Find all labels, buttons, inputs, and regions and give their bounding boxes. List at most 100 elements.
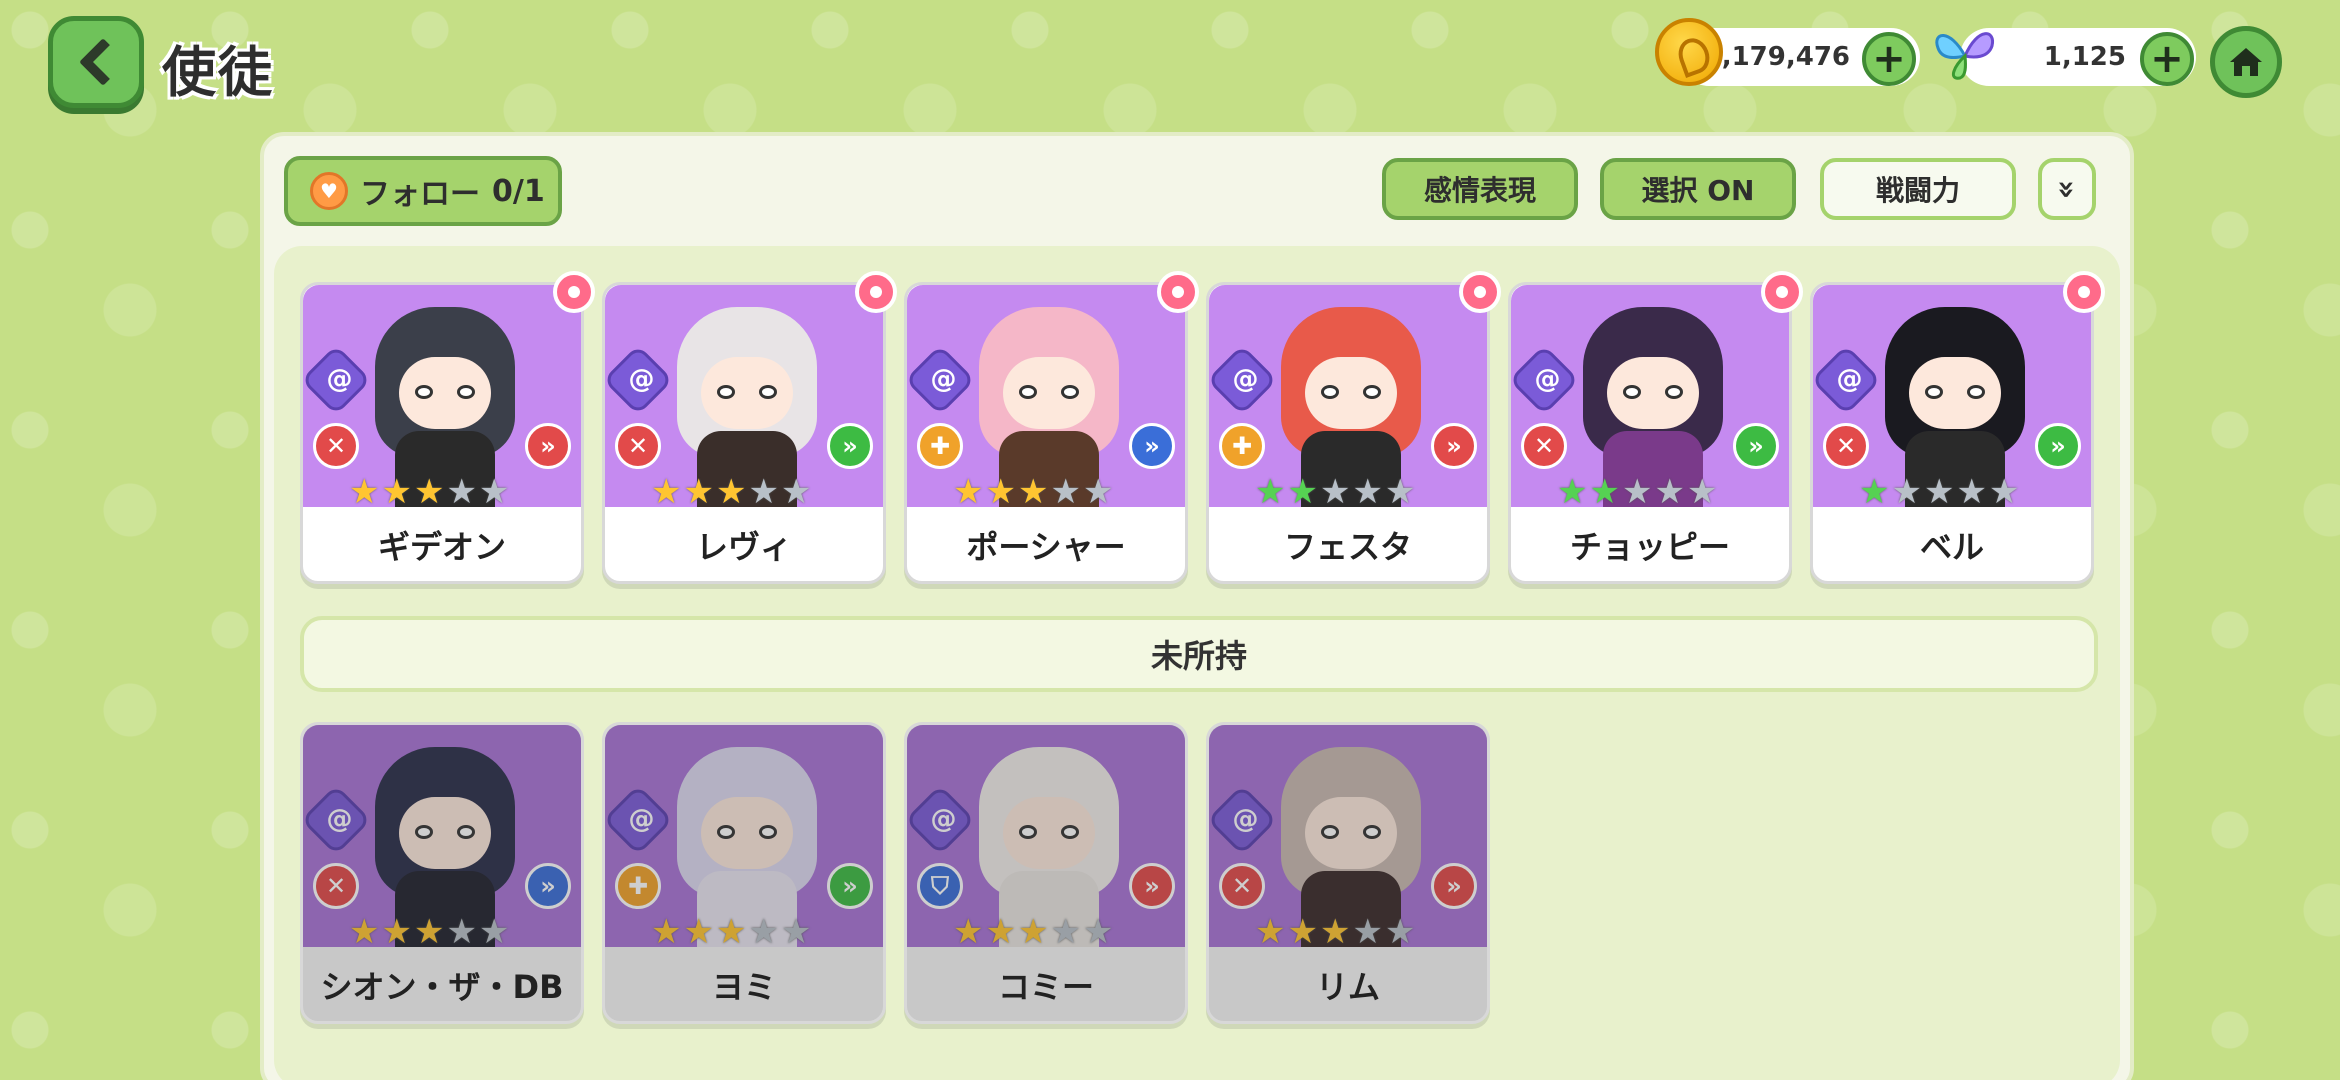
star-empty-icon: ★ [1319, 472, 1351, 507]
star-rating: ★ ★ ★ ★ ★ [953, 475, 1113, 507]
star-empty-icon: ★ [1621, 472, 1653, 507]
back-button[interactable] [48, 16, 144, 108]
apostle-portrait: ✕»★★★★★ [605, 285, 883, 507]
type-icon: » [525, 423, 571, 469]
star-empty-icon: ★ [478, 912, 510, 947]
role-icon: ✕ [1521, 423, 1567, 469]
apostle-card[interactable]: ✚»★★★★★ ポーシャー [904, 271, 1199, 584]
star-empty-icon: ★ [1384, 472, 1416, 507]
apostle-card[interactable]: ✚»★★★★★ヨミ [602, 722, 886, 1024]
apostle-card[interactable]: ✚»★★★★★フェスタ [1206, 271, 1501, 584]
star-empty-icon: ★ [1956, 472, 1987, 507]
character-art [1875, 301, 2035, 507]
expand-button[interactable]: » [2038, 158, 2096, 220]
chevron-left-icon [78, 37, 128, 87]
apostle-card[interactable]: ✕»★★★★★シオン・ザ・DB [300, 722, 584, 1024]
follow-count: 0/1 [492, 173, 545, 209]
star-filled-icon: ★ [985, 472, 1016, 507]
swirl-element-icon [907, 344, 976, 416]
type-icon: » [1431, 863, 1477, 909]
select-toggle-button[interactable]: 選択 ON [1600, 158, 1796, 220]
apostle-portrait: ⛉»★★★★★ [907, 725, 1185, 947]
character-art [667, 741, 827, 947]
apostle-portrait: ✚»★★★★★ [907, 285, 1185, 507]
type-icon: » [525, 863, 571, 909]
star-empty-icon: ★ [1082, 912, 1114, 947]
star-filled-icon: ★ [651, 472, 682, 507]
role-icon: ✕ [313, 423, 359, 469]
star-empty-icon: ★ [748, 472, 779, 507]
star-filled-icon: ★ [683, 912, 714, 947]
star-filled-icon: ★ [1017, 472, 1049, 507]
flower-icon [1761, 271, 1803, 313]
star-filled-icon: ★ [1255, 912, 1286, 947]
emotion-button[interactable]: 感情表現 [1382, 158, 1578, 220]
gem-amount: 1,125 [2043, 42, 2126, 72]
swirl-element-icon [1209, 344, 1278, 416]
apostle-portrait: ✚ » ★★★★★ [605, 725, 883, 947]
role-icon: ✕ [1823, 423, 1869, 469]
home-icon [2230, 48, 2262, 76]
star-empty-icon: ★ [1082, 472, 1114, 507]
type-icon: » [2035, 423, 2081, 469]
star-filled-icon: ★ [1287, 912, 1318, 947]
apostle-name: フェスタ [1283, 528, 1412, 566]
star-filled-icon: ★ [715, 472, 747, 507]
character-art [667, 301, 827, 507]
type-icon: » [827, 423, 873, 469]
unowned-section-header: 未所持 [300, 616, 2098, 692]
heart-icon: ♥ [310, 172, 348, 210]
star-filled-icon: ★ [349, 472, 380, 507]
star-filled-icon: ★ [985, 912, 1016, 947]
apostle-card[interactable]: ✕»★★★★★リム [1206, 722, 1490, 1024]
star-empty-icon: ★ [1384, 912, 1416, 947]
swirl-element-icon [1209, 784, 1278, 856]
apostle-portrait: ✕»★★★★★ [303, 725, 581, 947]
apostle-name: ポーシャー [966, 528, 1126, 566]
star-filled-icon: ★ [413, 912, 445, 947]
star-empty-icon: ★ [1654, 472, 1685, 507]
swirl-element-icon [303, 344, 372, 416]
type-icon: » [1431, 423, 1477, 469]
star-empty-icon: ★ [1050, 472, 1081, 507]
star-filled-icon: ★ [1319, 912, 1351, 947]
apostle-card[interactable]: ✕»★★★★★チョッピー [1508, 271, 1803, 584]
apostle-card[interactable]: ⛉»★★★★★ コミー [904, 722, 1188, 1024]
character-art [365, 301, 525, 507]
star-filled-icon: ★ [953, 912, 984, 947]
apostle-name: シオン・ザ・DB [320, 968, 564, 1006]
follow-button[interactable]: ♥ フォロー 0/1 [284, 156, 562, 226]
apostle-portrait: ✕»★★★★★ [303, 285, 581, 507]
apostle-name: コミー [997, 968, 1094, 1006]
star-rating: ★ ★ ★ ★ ★ [1255, 915, 1415, 947]
star-rating: ★ ★ ★ ★ ★ [349, 915, 509, 947]
apostle-card[interactable]: ✕»★★★★★ギデオン [300, 271, 595, 584]
role-icon: ⛉ [917, 863, 963, 909]
apostle-card[interactable]: ✕»★★★★★レヴィ [602, 271, 897, 584]
star-filled-icon: ★ [1859, 472, 1890, 507]
character-art [1271, 741, 1431, 947]
apostle-name: ギデオン [377, 528, 506, 566]
apostle-card[interactable]: ✕»★★★★★ベル [1810, 271, 2105, 584]
type-icon: » [827, 863, 873, 909]
apostle-portrait: ✕»★★★★★ [1813, 285, 2091, 507]
star-filled-icon: ★ [1255, 472, 1286, 507]
star-filled-icon: ★ [953, 472, 984, 507]
role-icon: ✕ [313, 863, 359, 909]
swirl-element-icon [907, 784, 976, 856]
home-button[interactable] [2210, 26, 2282, 98]
star-empty-icon: ★ [1988, 472, 2020, 507]
role-icon: ✕ [1219, 863, 1265, 909]
add-gold-button[interactable]: + [1862, 32, 1916, 86]
star-empty-icon: ★ [1923, 472, 1955, 507]
role-icon: ✚ [917, 423, 963, 469]
add-gem-button[interactable]: + [2140, 32, 2194, 86]
star-rating: ★ ★ ★ ★ ★ [651, 915, 811, 947]
power-sort-button[interactable]: 戦闘力 [1820, 158, 2016, 220]
swirl-element-icon [1813, 344, 1882, 416]
role-icon: ✚ [615, 863, 661, 909]
star-empty-icon: ★ [1891, 472, 1922, 507]
star-filled-icon: ★ [715, 912, 747, 947]
gold-amount: 1,179,476 [1703, 42, 1850, 72]
character-art [969, 741, 1129, 947]
